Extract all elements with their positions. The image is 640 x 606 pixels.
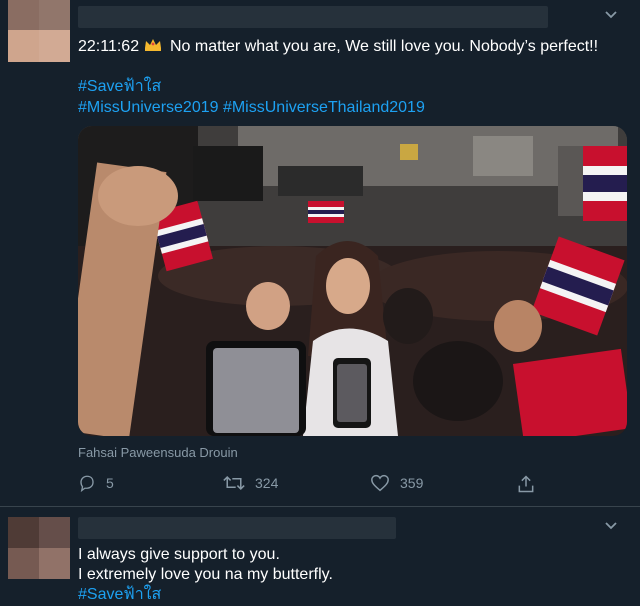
reply-icon <box>80 475 94 492</box>
tweet-photo[interactable] <box>78 126 627 436</box>
blurred-username[interactable] <box>78 517 396 539</box>
reply-button[interactable]: 5 <box>78 474 114 492</box>
avatar[interactable] <box>8 0 70 62</box>
hashtag-link[interactable]: #Saveฟ้าใส <box>78 585 161 605</box>
photo-tag[interactable]: Fahsai Paweensuda Drouin <box>78 445 238 460</box>
share-button[interactable] <box>516 474 536 494</box>
tweet-text: 22:11:62 No matter what you are, We stil… <box>78 37 598 57</box>
like-button[interactable]: 359 <box>370 474 423 492</box>
hashtag-link[interactable]: #Saveฟ้าใส <box>78 77 161 97</box>
chevron-down-icon[interactable] <box>604 521 618 531</box>
retweet-button[interactable]: 324 <box>223 474 278 492</box>
tweet[interactable]: I always give support to you. I extremel… <box>0 507 640 606</box>
share-icon <box>518 475 534 493</box>
crown-icon <box>144 38 162 52</box>
tweet-actions: 5 324 359 <box>78 474 548 496</box>
blurred-username[interactable] <box>78 6 548 28</box>
hashtag-link[interactable]: #MissUniverse2019 #MissUniverseThailand2… <box>78 98 425 118</box>
tweet-time: 22:11:62 <box>78 38 140 55</box>
tweet-text-line: I extremely love you na my butterfly. <box>78 566 333 583</box>
retweet-icon <box>223 475 245 491</box>
retweet-count: 324 <box>255 475 279 491</box>
like-count: 359 <box>400 475 424 491</box>
chevron-down-icon[interactable] <box>604 10 618 20</box>
avatar[interactable] <box>8 517 70 579</box>
tweet-text-line: I always give support to you. <box>78 546 280 563</box>
tweet-body: No matter what you are, We still love yo… <box>170 38 599 55</box>
reply-count: 5 <box>106 475 114 491</box>
tweet[interactable]: 22:11:62 No matter what you are, We stil… <box>0 0 640 507</box>
heart-icon <box>371 474 389 492</box>
